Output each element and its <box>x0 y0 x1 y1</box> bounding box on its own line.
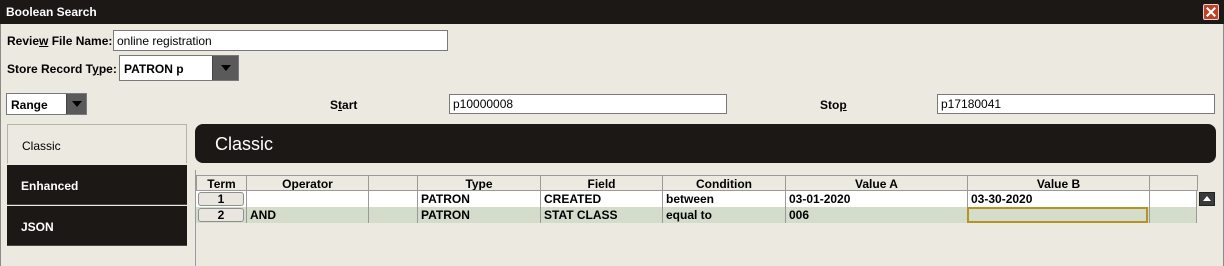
column-header-operator[interactable]: Operator <box>246 175 368 191</box>
close-icon[interactable] <box>1203 4 1219 20</box>
column-header-condition[interactable]: Condition <box>662 175 785 191</box>
store-record-type-select[interactable]: PATRON p <box>119 55 239 81</box>
blank-cell[interactable] <box>368 191 417 207</box>
term-button[interactable]: 2 <box>198 208 244 222</box>
column-header-field[interactable]: Field <box>540 175 662 191</box>
column-header-term[interactable]: Term <box>196 175 246 191</box>
extra-cell[interactable] <box>1149 207 1197 223</box>
type-cell[interactable]: PATRON <box>417 207 540 223</box>
search-terms-grid: Term Operator Type Field Condition Value… <box>195 170 1216 266</box>
store-record-type-label: Store Record Type: <box>7 62 117 76</box>
blank-cell[interactable] <box>368 207 417 223</box>
chevron-down-icon[interactable] <box>212 56 238 80</box>
stop-input[interactable]: p17180041 <box>937 94 1215 114</box>
window-title: Boolean Search <box>6 5 97 19</box>
term-button[interactable]: 1 <box>198 192 244 206</box>
stop-label: Stop <box>820 98 847 112</box>
start-input[interactable]: p10000008 <box>449 94 727 114</box>
value-a-cell[interactable]: 006 <box>785 207 967 223</box>
tab-enhanced[interactable]: Enhanced <box>7 165 187 205</box>
value-b-cell[interactable]: 03-30-2020 <box>967 191 1149 207</box>
table-row[interactable]: 1 PATRON CREATED between 03-01-2020 03-3… <box>196 191 1197 207</box>
field-cell[interactable]: CREATED <box>540 191 662 207</box>
condition-cell[interactable]: between <box>662 191 785 207</box>
tab-classic[interactable]: Classic <box>7 124 187 164</box>
start-label: Start <box>330 98 358 112</box>
column-header-type[interactable]: Type <box>417 175 540 191</box>
column-header-blank[interactable] <box>368 175 417 191</box>
value-b-focus-input[interactable] <box>967 207 1148 223</box>
title-bar: Boolean Search <box>0 0 1224 24</box>
column-header-value-b[interactable]: Value B <box>967 175 1149 191</box>
tab-json[interactable]: JSON <box>7 206 187 246</box>
review-file-name-label: Review File Name: <box>7 34 113 48</box>
column-header-extra[interactable] <box>1149 175 1198 191</box>
condition-cell[interactable]: equal to <box>662 207 785 223</box>
operator-cell[interactable]: AND <box>246 207 368 223</box>
type-cell[interactable]: PATRON <box>417 191 540 207</box>
review-file-name-input[interactable]: online registration <box>113 30 448 51</box>
extra-cell[interactable] <box>1149 191 1197 207</box>
scroll-up-icon[interactable] <box>1199 192 1215 206</box>
range-mode-select[interactable]: Range <box>6 93 87 115</box>
column-header-value-a[interactable]: Value A <box>785 175 967 191</box>
field-cell[interactable]: STAT CLASS <box>540 207 662 223</box>
panel-title: Classic <box>215 134 274 154</box>
table-row[interactable]: 2 AND PATRON STAT CLASS equal to 006 <box>196 207 1197 223</box>
store-record-type-value: PATRON p <box>124 62 184 76</box>
panel-header: Classic <box>195 124 1216 163</box>
operator-cell[interactable] <box>246 191 368 207</box>
range-mode-value: Range <box>11 98 48 112</box>
chevron-down-icon[interactable] <box>66 94 86 114</box>
value-a-cell[interactable]: 03-01-2020 <box>785 191 967 207</box>
